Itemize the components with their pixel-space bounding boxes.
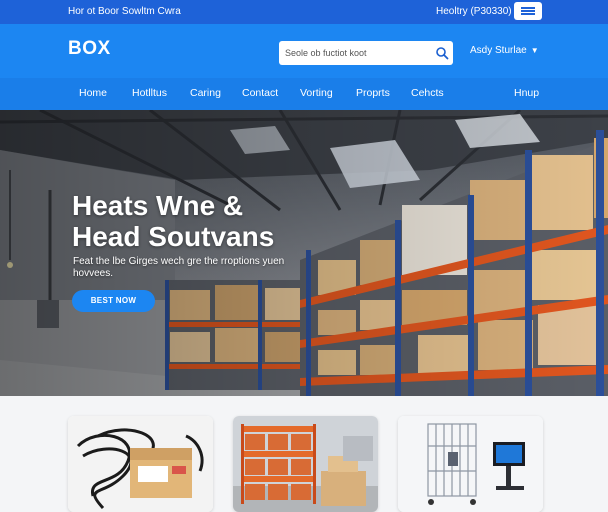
hero-banner: Heats Wne & Head Soutvans Feat the lbe G… <box>0 110 608 396</box>
cable-product-image <box>68 416 213 512</box>
search-icon[interactable] <box>435 46 449 60</box>
nav-item-7[interactable]: Cehcts <box>411 87 444 99</box>
nav-item-5[interactable]: Vorting <box>300 87 333 99</box>
product-card-shelving[interactable] <box>233 416 378 512</box>
nav-item-contact[interactable]: Contact <box>242 87 278 99</box>
nav-item-help[interactable]: Hnup <box>514 87 539 99</box>
site-header: BOX Asdy Sturlae▼ <box>0 24 608 78</box>
hero-subtitle: Feat the lbe Girges wech gre the rroptio… <box>73 256 285 279</box>
product-card-cart[interactable] <box>398 416 543 512</box>
nav-item-3[interactable]: Caring <box>190 87 221 99</box>
hamburger-menu-icon[interactable] <box>514 2 542 20</box>
search-input[interactable] <box>285 45 425 61</box>
chevron-down-icon: ▼ <box>530 46 539 55</box>
warehouse-hero-image <box>0 110 608 396</box>
hero-title-line-1: Heats Wne & <box>72 190 244 221</box>
hero-title: Heats Wne & Head Soutvans <box>72 190 274 252</box>
top-bar: Hor ot Boor Sowltm Cwra Heoltry (P30330) <box>0 0 608 24</box>
featured-products <box>0 396 608 512</box>
top-bar-tagline: Hor ot Boor Sowltm Cwra <box>68 6 181 17</box>
account-label: Asdy Sturlae <box>470 45 527 56</box>
nav-item-home[interactable]: Home <box>79 87 107 99</box>
search-box <box>279 41 453 65</box>
hero-cta-button[interactable]: BEST NOW <box>72 290 155 312</box>
top-bar-phone[interactable]: Heoltry (P30330) <box>436 6 512 17</box>
nav-item-2[interactable]: Hotlltus <box>132 87 167 99</box>
product-card-cables[interactable] <box>68 416 213 512</box>
main-nav: Home Hotlltus Caring Contact Vorting Pro… <box>0 78 608 110</box>
wire-cart-monitor-image <box>398 416 543 512</box>
nav-item-6[interactable]: Proprts <box>356 87 390 99</box>
hero-title-line-2: Head Soutvans <box>72 221 275 252</box>
site-logo[interactable]: BOX <box>68 38 111 60</box>
account-dropdown[interactable]: Asdy Sturlae ▼ <box>470 45 539 56</box>
warehouse-shelves-image <box>233 416 378 512</box>
